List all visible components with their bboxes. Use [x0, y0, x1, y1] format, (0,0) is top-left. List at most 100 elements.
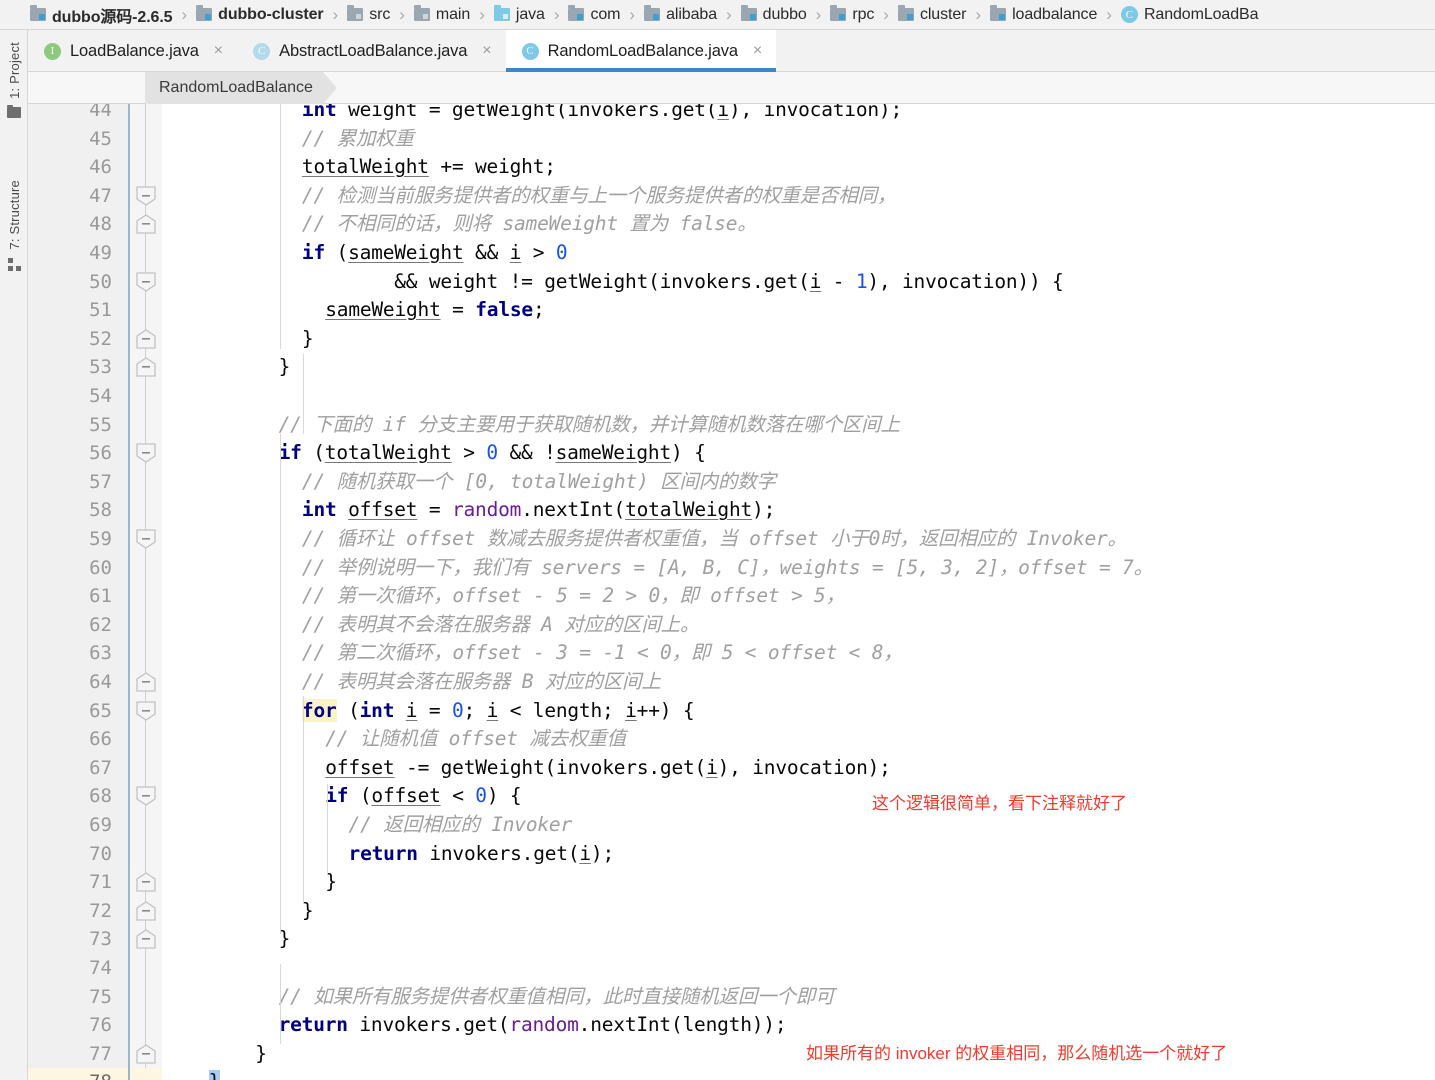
breadcrumb-item-alibaba[interactable]: alibaba	[644, 5, 717, 24]
breadcrumb-separator: ›	[726, 4, 732, 24]
package-folder-icon	[897, 5, 914, 21]
fold-region-end-icon[interactable]	[136, 929, 156, 950]
package-folder-icon	[644, 5, 661, 21]
code-line: // 返回相应的 Invoker	[348, 813, 573, 836]
code-line: for (int i = 0; i < length; i++) {	[301, 698, 695, 722]
line-number: 64	[89, 671, 112, 693]
breadcrumb-item-dubbo-cluster[interactable]: dubbo-cluster	[196, 5, 324, 24]
fold-region-end-icon[interactable]	[136, 329, 156, 349]
breadcrumb-item-rpc[interactable]: rpc	[830, 5, 875, 24]
breadcrumb-item-main[interactable]: main	[413, 5, 470, 24]
line-number: 74	[89, 957, 112, 979]
breadcrumb-item-label: dubbo	[762, 5, 807, 23]
code-line: int offset = random.nextInt(totalWeight)…	[301, 498, 776, 522]
indent-guide	[303, 354, 304, 434]
breadcrumb-item-label: loadbalance	[1012, 5, 1098, 23]
breadcrumb-separator: ›	[815, 4, 822, 24]
fold-region-start-icon[interactable]	[136, 443, 156, 463]
editor-tab-label: RandomLoadBalance.java	[547, 41, 738, 60]
tool-button-structure-label: 7: Structure	[6, 180, 22, 250]
breadcrumb-item-cluster[interactable]: cluster	[897, 5, 967, 24]
indent-guide	[280, 964, 281, 1044]
structure-icon	[7, 257, 21, 271]
fold-region-start-icon[interactable]	[136, 529, 156, 549]
code-line: totalWeight += weight;	[301, 155, 556, 179]
module-folder-icon	[30, 5, 46, 21]
line-number: 53	[89, 356, 112, 379]
fold-region-start-icon[interactable]	[136, 271, 156, 292]
breadcrumb-item-label: com	[590, 5, 621, 23]
fold-region-end-icon[interactable]	[136, 214, 156, 235]
breadcrumb-item-loadbalance[interactable]: loadbalance	[990, 5, 1098, 24]
code-line: // 检测当前服务提供者的权重与上一个服务提供者的权重是否相同，	[301, 183, 897, 207]
breadcrumb-item-randomloadba[interactable]: C RandomLoadBa	[1120, 6, 1258, 24]
current-line-fold-highlight	[130, 1068, 162, 1080]
close-icon[interactable]: ×	[214, 43, 223, 59]
close-icon[interactable]: ×	[482, 43, 491, 59]
fold-region-end-icon[interactable]	[136, 901, 156, 921]
fold-region-start-icon[interactable]	[136, 186, 156, 206]
breadcrumb-item-label: rpc	[852, 5, 875, 23]
breadcrumb-item-label: cluster	[919, 5, 967, 23]
line-number: 78	[28, 1068, 128, 1080]
fold-region-end-icon[interactable]	[136, 672, 156, 692]
line-number: 49	[89, 242, 112, 264]
line-number: 72	[89, 899, 112, 922]
package-folder-icon	[740, 5, 757, 21]
fold-region-end-icon[interactable]	[136, 1044, 156, 1064]
code-line: // 第一次循环，offset - 5 = 2 > 0，即 offset > 5…	[301, 584, 845, 608]
editor-tab-bar: I LoadBalance.java × C AbstractLoadBalance.j…	[28, 30, 1435, 72]
code-line: // 表明其会落在服务器 B 对应的区间上	[301, 670, 661, 693]
fold-region-end-icon[interactable]	[136, 357, 156, 378]
fold-region-start-icon[interactable]	[136, 700, 156, 721]
line-number: 77	[89, 1042, 112, 1065]
breadcrumb-item-label: alibaba	[666, 5, 717, 23]
code-line: int weight = getWeight(invokers.get(i), …	[301, 104, 903, 121]
breadcrumb-item-src[interactable]: src	[347, 5, 390, 24]
code-folding-strip[interactable]	[130, 104, 162, 1080]
editor-tab-randomloadbalance-java[interactable]: C RandomLoadBalance.java ×	[505, 30, 777, 72]
breadcrumb-item-com[interactable]: com	[568, 5, 621, 24]
line-number: 44	[89, 104, 112, 121]
indent-guide	[303, 696, 304, 904]
line-number: 60	[89, 556, 112, 579]
breadcrumb-item-dubbo-2-6-5[interactable]: dubbo源码-2.6.5	[30, 3, 173, 27]
line-number: 75	[89, 985, 112, 1008]
code-line: }	[278, 355, 291, 379]
tool-button-structure[interactable]: 7: Structure	[0, 180, 28, 271]
project-folder-icon	[7, 104, 21, 118]
line-number: 73	[89, 928, 112, 951]
indent-guide	[327, 784, 328, 874]
code-line: // 让随机值 offset 减去权重值	[325, 727, 626, 751]
line-number: 50	[89, 270, 112, 293]
breadcrumb-separator: ›	[1106, 4, 1112, 24]
code-line: }	[301, 326, 314, 350]
code-editor[interactable]: 44 45 46 47 48 49 50 51 52 53 54 55 56 57 58 59 60 61 62 63…	[28, 104, 1435, 1080]
line-number-gutter[interactable]: 44 45 46 47 48 49 50 51 52 53 54 55 56 57 58 59 60 61 62 63…	[28, 104, 128, 1080]
editor-tab-loadbalance-java[interactable]: I LoadBalance.java ×	[28, 30, 237, 72]
breadcrumb-item-dubbo[interactable]: dubbo	[740, 5, 807, 24]
code-line: // 循环让 offset 数减去服务提供者权重值，当 offset 小于0时，…	[301, 527, 1127, 550]
breadcrumb-separator: ›	[332, 4, 339, 24]
line-number: 48	[89, 213, 112, 236]
close-icon[interactable]: ×	[753, 43, 762, 59]
line-number: 47	[89, 184, 112, 207]
tool-button-project[interactable]: 1: Project	[0, 42, 28, 118]
line-number: 61	[89, 585, 112, 608]
code-text-area[interactable]: int weight = getWeight(invokers.get(i), …	[162, 104, 1435, 1080]
editor-tab-abstractloadbalance-java[interactable]: C AbstractLoadBalance.java ×	[237, 30, 505, 72]
fold-region-end-icon[interactable]	[136, 872, 156, 892]
code-line: // 第二次循环，offset - 3 = -1 < 0，即 5 < offse…	[301, 641, 903, 665]
code-line: // 如果所有服务提供者权重值相同，此时直接随机返回一个即可	[278, 984, 835, 1008]
breadcrumb-item-java[interactable]: java	[493, 5, 545, 24]
line-number: 46	[89, 156, 112, 179]
breadcrumb-separator: ›	[399, 4, 405, 24]
navigation-chip-randomloadbalance[interactable]: RandomLoadBalance	[145, 72, 337, 104]
java-class-icon: C	[253, 42, 271, 60]
line-number: 63	[89, 642, 112, 665]
folder-icon	[413, 5, 430, 21]
tool-window-strip: 1: Project 7: Structure	[0, 30, 28, 1080]
fold-region-start-icon[interactable]	[136, 786, 156, 807]
java-interface-icon: I	[44, 42, 61, 60]
breadcrumb-separator: ›	[629, 4, 636, 24]
